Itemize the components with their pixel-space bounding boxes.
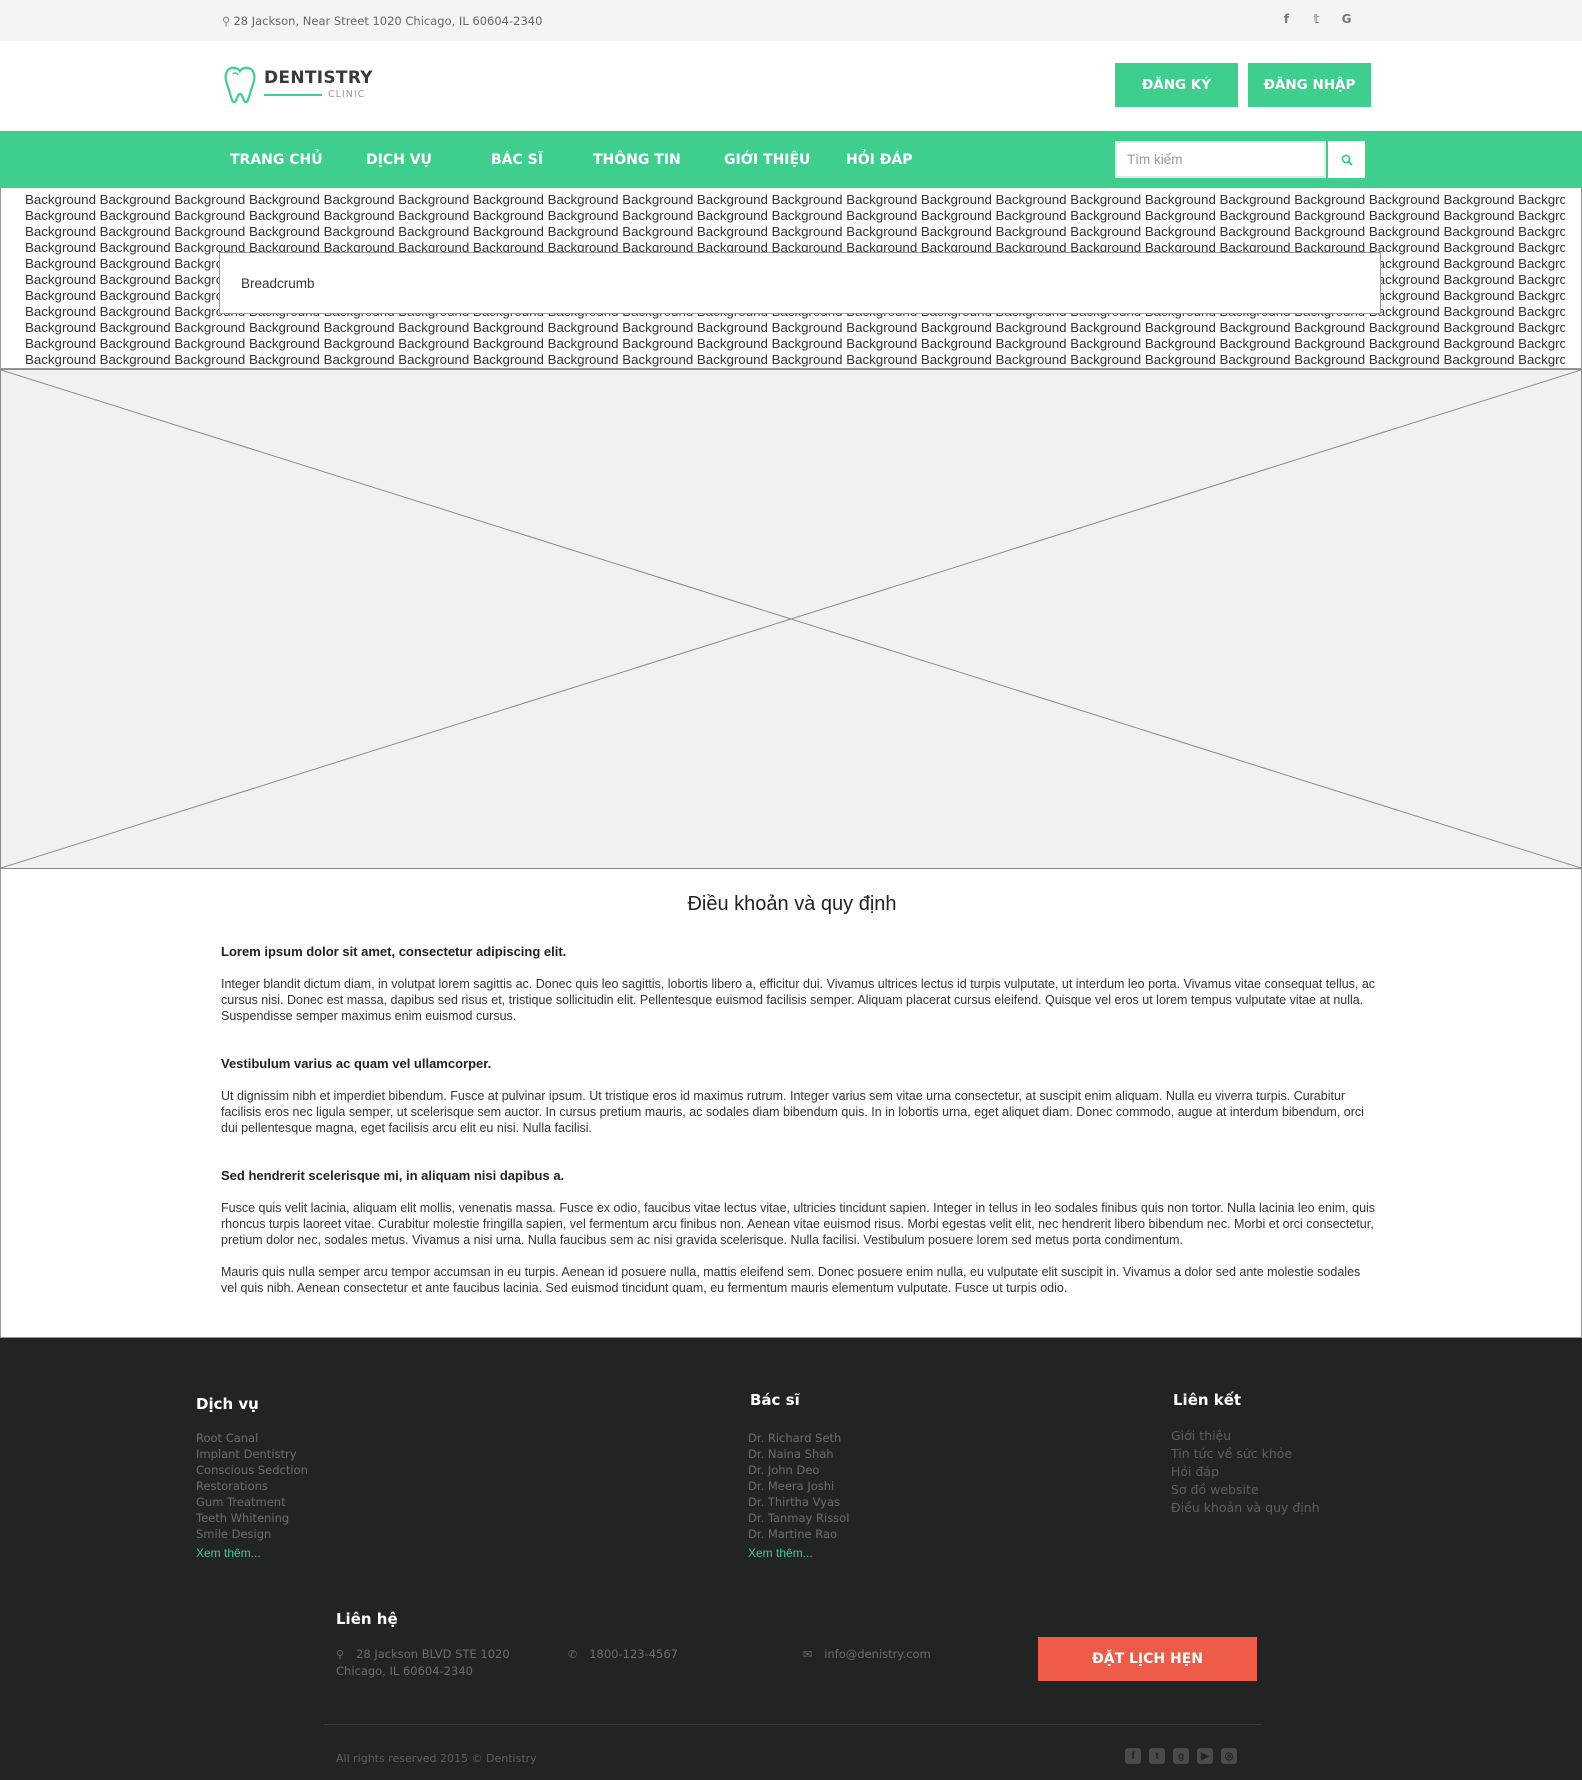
register-button[interactable]: ĐĂNG KÝ (1115, 63, 1238, 107)
section-heading: Vestibulum varius ac quam vel ullamcorpe… (221, 1056, 492, 1071)
brand-underline (264, 93, 322, 96)
youtube-square-icon[interactable]: ▶ (1197, 1748, 1213, 1764)
footer-link[interactable]: Giới thiệu (1171, 1427, 1320, 1445)
contact-phone: ✆ 1800-123-4567 (568, 1646, 678, 1663)
footer-doctor-link[interactable]: Dr. Richard Seth (748, 1430, 849, 1446)
section-paragraph: Ut dignissim nibh et imperdiet bibendum.… (221, 1089, 1364, 1135)
search-input[interactable]: Tìm kiếm (1115, 141, 1326, 178)
footer-doctors-list: Dr. Richard Seth Dr. Naina Shah Dr. John… (748, 1430, 849, 1561)
footer-services-list: Root Canal Implant Dentistry Conscious S… (196, 1430, 308, 1561)
image-placeholder-cross (1, 370, 1581, 868)
footer-doctor-link[interactable]: Dr. John Deo (748, 1462, 849, 1478)
footer-divider (324, 1724, 1262, 1725)
contact-phone-text[interactable]: 1800-123-4567 (589, 1647, 678, 1661)
brand-name: DENTISTRY (264, 68, 373, 88)
nav-item-about[interactable]: GIỚI THIỆU (724, 152, 810, 168)
instagram-icon[interactable]: ◎ (1221, 1748, 1237, 1764)
footer-links-title: Liên kết (1173, 1391, 1242, 1409)
doctors-more-link[interactable]: Xem thêm... (748, 1545, 849, 1561)
map-marker-icon: ⚲ (222, 14, 231, 28)
terms-section: Vestibulum varius ac quam vel ullamcorpe… (221, 1056, 1376, 1136)
footer-service-link[interactable]: Implant Dentistry (196, 1446, 308, 1462)
contact-email: ✉ info@denistry.com (803, 1646, 931, 1663)
header: DENTISTRY CLINIC ĐĂNG KÝ ĐĂNG NHẬP (0, 41, 1582, 131)
google-icon[interactable]: G (1340, 12, 1353, 26)
footer-doctor-link[interactable]: Dr. Tanmay Rissol (748, 1510, 849, 1526)
terms-section: Sed hendrerit scelerisque mi, in aliquam… (221, 1168, 1376, 1296)
section-paragraph: Fusce quis velit lacinia, aliquam elit m… (221, 1201, 1376, 1247)
footer-service-link[interactable]: Restorations (196, 1478, 308, 1494)
contact-address-line1: 28 Jackson BLVD STE 1020 (356, 1647, 510, 1661)
footer-service-link[interactable]: Teeth Whitening (196, 1510, 308, 1526)
footer-link[interactable]: Hỏi đáp (1171, 1463, 1320, 1481)
main-nav: TRANG CHỦ DỊCH VỤ BÁC SĨ THÔNG TIN GIỚI … (0, 131, 1582, 187)
banner-background-row: Background Background Background Backgro… (25, 224, 1565, 239)
top-social-links: f 𝕥 G (1280, 12, 1353, 26)
nav-item-home[interactable]: TRANG CHỦ (230, 152, 323, 168)
contact-address: ⚲ 28 Jackson BLVD STE 1020 Chicago, IL 60… (336, 1646, 510, 1679)
terms-section: Lorem ipsum dolor sit amet, consectetur … (221, 944, 1376, 1024)
nav-item-services[interactable]: DỊCH VỤ (366, 152, 432, 168)
page-title: Điều khoản và quy định (687, 893, 897, 915)
nav-item-doctors[interactable]: BÁC SĨ (491, 152, 543, 168)
footer-doctor-link[interactable]: Dr. Naina Shah (748, 1446, 849, 1462)
envelope-icon: ✉ (803, 1648, 813, 1661)
twitter-icon[interactable]: 𝕥 (1310, 12, 1323, 26)
logo[interactable]: DENTISTRY CLINIC (222, 64, 373, 104)
brand-subtitle: CLINIC (328, 89, 366, 100)
banner-background-row: Background Background Background Backgro… (25, 336, 1565, 351)
tooth-icon (224, 66, 256, 104)
google-plus-square-icon[interactable]: g (1173, 1748, 1189, 1764)
footer-doctor-link[interactable]: Dr. Meera Joshi (748, 1478, 849, 1494)
top-bar: ⚲ 28 Jackson, Near Street 1020 Chicago, I… (0, 0, 1582, 41)
phone-icon: ✆ (568, 1648, 578, 1661)
copyright: All rights reserved 2015 © Dentistry (336, 1752, 537, 1765)
section-paragraph: Integer blandit dictum diam, in volutpat… (221, 977, 1376, 1023)
footer-social-links: f t g ▶ ◎ (1125, 1748, 1237, 1764)
footer-service-link[interactable]: Gum Treatment (196, 1494, 308, 1510)
contact-email-text[interactable]: info@denistry.com (824, 1647, 931, 1661)
footer-doctor-link[interactable]: Dr. Thirtha Vyas (748, 1494, 849, 1510)
banner-background-row: Background Background Background Backgro… (25, 320, 1565, 335)
footer-links-list: Giới thiệu Tin tức về sức khỏe Hỏi đáp S… (1171, 1427, 1320, 1517)
nav-item-info[interactable]: THÔNG TIN (593, 152, 681, 168)
footer-service-link[interactable]: Conscious Sedction (196, 1462, 308, 1478)
footer-link[interactable]: Sơ đồ website (1171, 1481, 1320, 1499)
terms-content: Điều khoản và quy định Lorem ipsum dolor… (0, 869, 1582, 1338)
search-button[interactable] (1328, 141, 1365, 178)
banner-background-row: Background Background Background Backgro… (25, 352, 1565, 367)
section-heading: Sed hendrerit scelerisque mi, in aliquam… (221, 1168, 565, 1183)
top-address-text: 28 Jackson, Near Street 1020 Chicago, IL… (233, 14, 543, 28)
banner-background-row: Background Background Background Backgro… (25, 192, 1565, 207)
facebook-icon[interactable]: f (1280, 12, 1293, 26)
section-paragraph: Mauris quis nulla semper arcu tempor acc… (221, 1265, 1361, 1295)
footer-service-link[interactable]: Root Canal (196, 1430, 308, 1446)
footer-link[interactable]: Điều khoản và quy định (1171, 1499, 1320, 1517)
nav-item-faq[interactable]: HỎI ĐÁP (846, 152, 913, 168)
services-more-link[interactable]: Xem thêm... (196, 1545, 308, 1561)
footer-doctors-title: Bác sĩ (750, 1391, 800, 1409)
twitter-square-icon[interactable]: t (1149, 1748, 1165, 1764)
footer-doctor-link[interactable]: Dr. Martine Rao (748, 1526, 849, 1542)
search-icon (1341, 154, 1353, 166)
login-button[interactable]: ĐĂNG NHẬP (1248, 63, 1371, 107)
facebook-square-icon[interactable]: f (1125, 1748, 1141, 1764)
top-address: ⚲ 28 Jackson, Near Street 1020 Chicago, I… (222, 14, 542, 28)
footer-service-link[interactable]: Smile Design (196, 1526, 308, 1542)
footer-contact-title: Liên hệ (336, 1610, 398, 1628)
footer-link[interactable]: Tin tức về sức khỏe (1171, 1445, 1320, 1463)
contact-address-line2: Chicago, IL 60604-2340 (336, 1664, 473, 1678)
banner-background-row: Background Background Background Backgro… (25, 208, 1565, 223)
footer: Dịch vụ Root Canal Implant Dentistry Con… (0, 1338, 1582, 1780)
book-appointment-button[interactable]: ĐẶT LỊCH HẸN (1038, 1637, 1257, 1681)
footer-services-title: Dịch vụ (196, 1395, 259, 1413)
image-placeholder (0, 369, 1582, 869)
breadcrumb[interactable]: Breadcrumb (219, 252, 1381, 314)
section-heading: Lorem ipsum dolor sit amet, consectetur … (221, 944, 567, 959)
map-marker-icon: ⚲ (336, 1648, 345, 1661)
page-banner: Background Background Background Backgro… (0, 187, 1582, 369)
